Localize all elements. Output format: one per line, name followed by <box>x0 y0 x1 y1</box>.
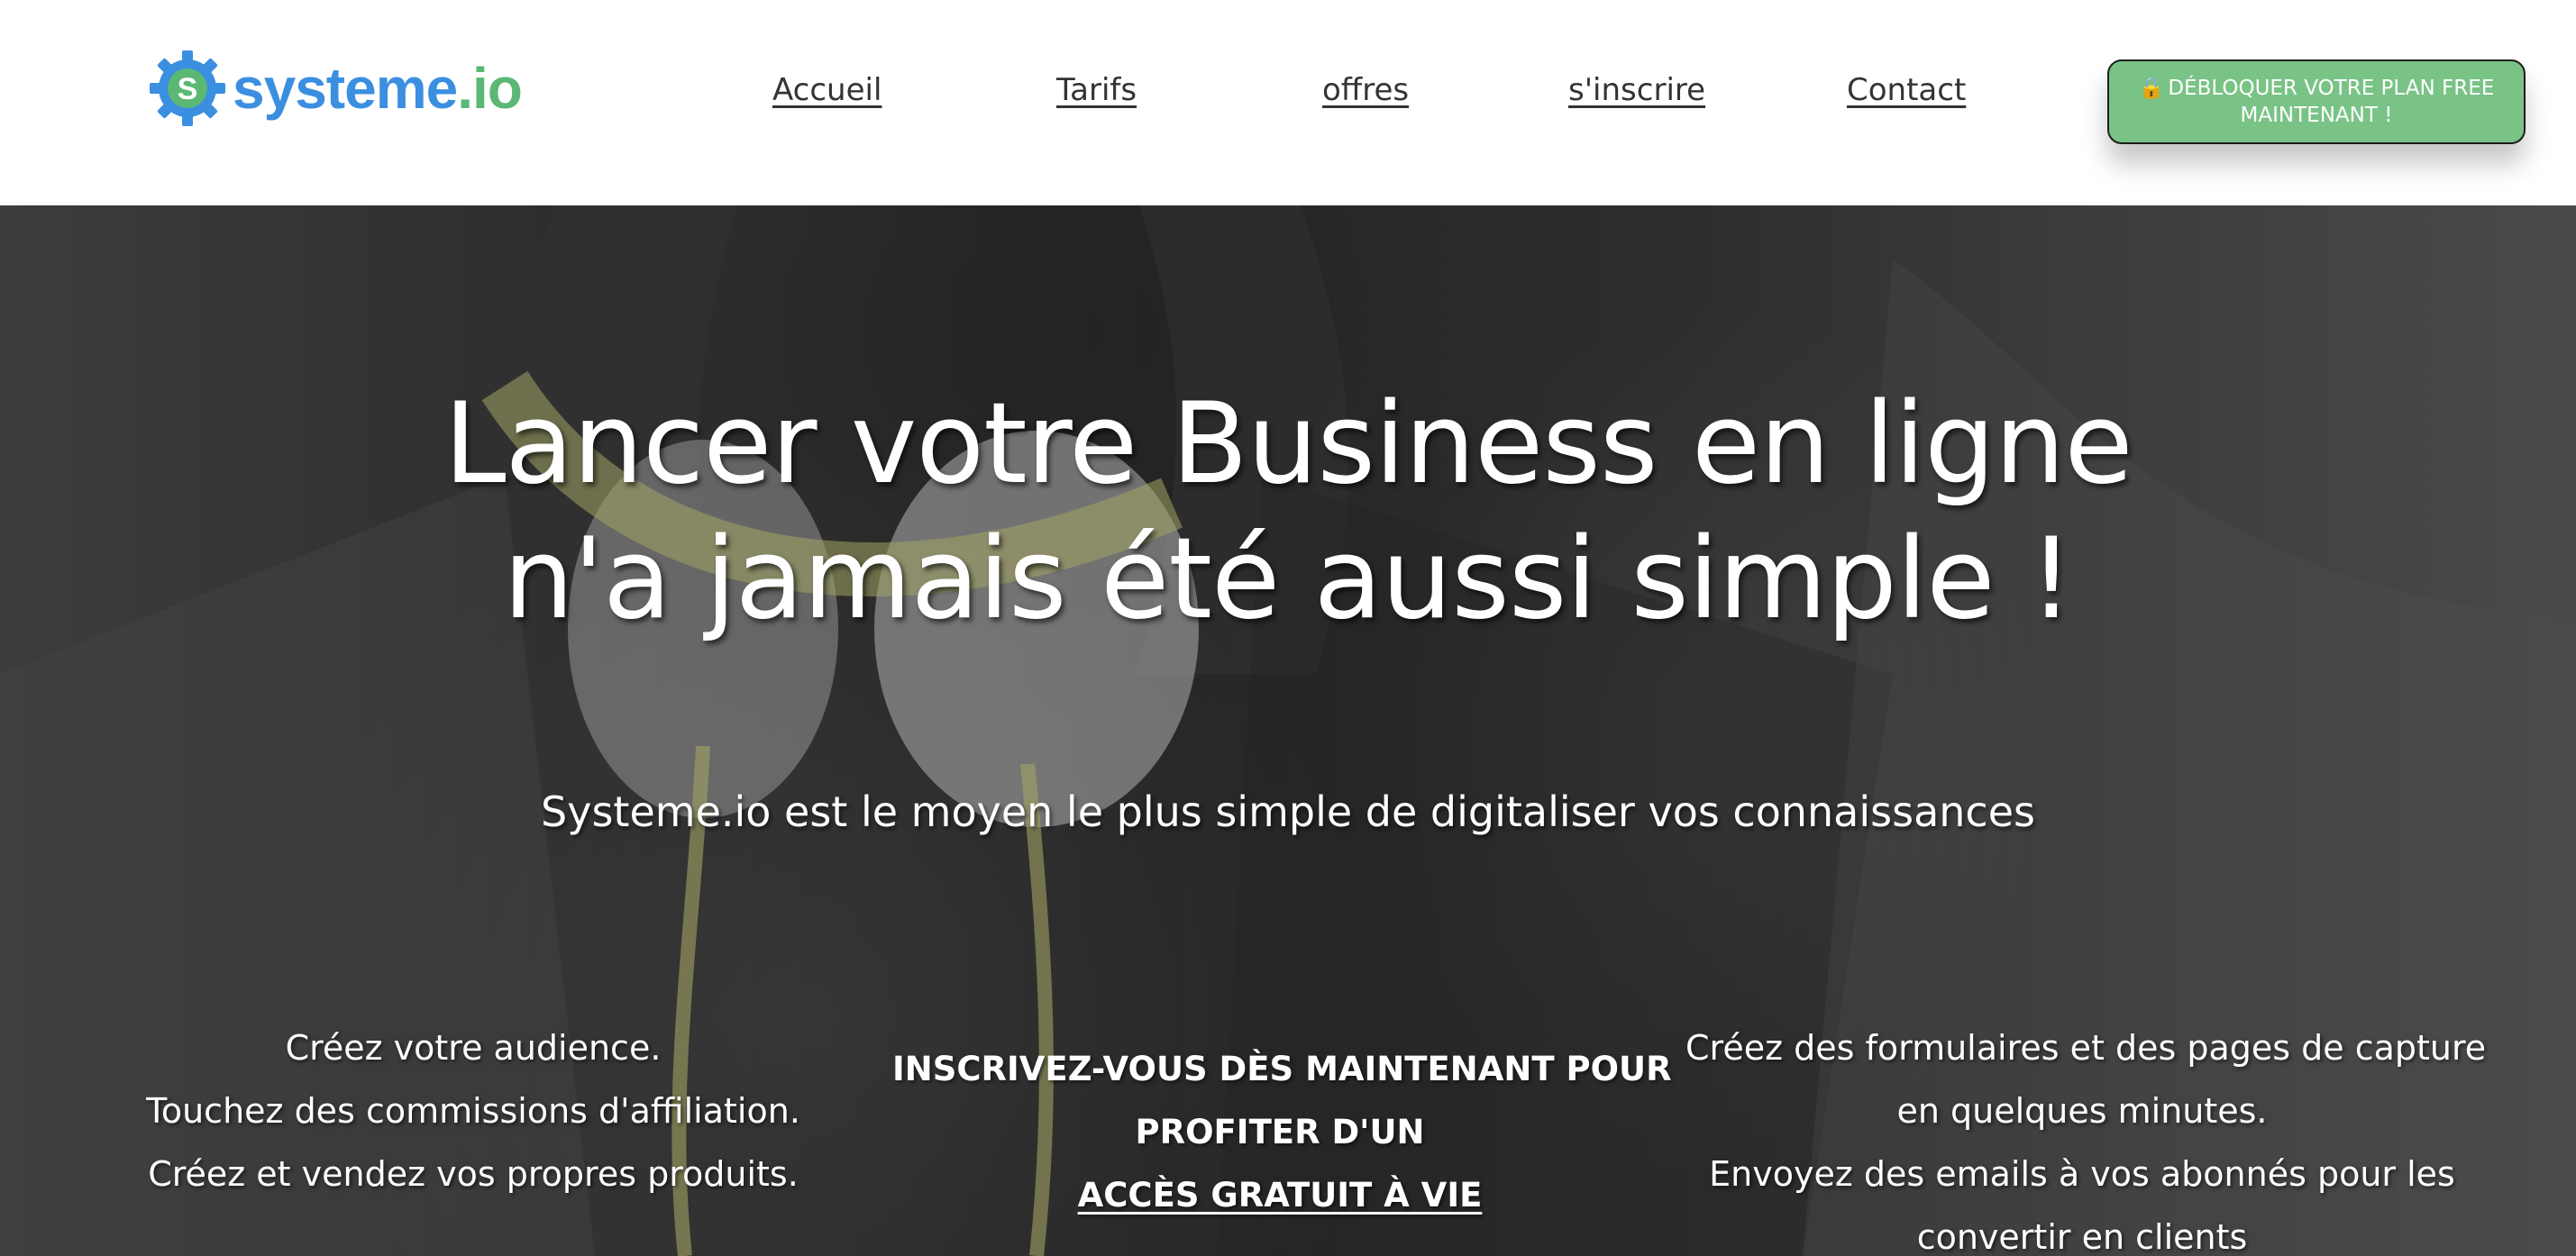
hero-title: Lancer votre Business en ligne n'a jamai… <box>0 377 2576 647</box>
logo-letter: S <box>178 72 198 106</box>
logo[interactable]: S systeme.io <box>148 47 523 130</box>
feature-right-line: Créez des formulaires et des pages de ca… <box>1685 1028 2487 1068</box>
nav-link-contact[interactable]: Contact <box>1847 72 1966 108</box>
nav-link-sinscrire[interactable]: s'inscrire <box>1568 72 1705 108</box>
lock-icon: 🔒 <box>2138 77 2165 100</box>
feature-right-line: en quelques minutes. <box>1896 1091 2268 1131</box>
feature-left-line: Créez et vendez vos propres produits. <box>148 1154 799 1194</box>
hero-subtitle: Systeme.io est le moyen le plus simple d… <box>541 787 2035 836</box>
feature-left-line: Créez votre audience. <box>285 1028 662 1068</box>
features-right: Créez des formulaires et des pages de ca… <box>1685 1016 2487 1256</box>
gear-logo-icon: S <box>150 50 225 126</box>
cta-label-line1: DÉBLOQUER VOTRE PLAN FREE <box>2168 77 2495 100</box>
feature-left-line: Touchez des commissions d'affiliation. <box>146 1091 800 1131</box>
feature-right-line: Envoyez des emails à vos abonnés pour le… <box>1709 1154 2455 1194</box>
signup-callout-line1: INSCRIVEZ-VOUS DÈS MAINTENANT POUR <box>892 1050 1672 1088</box>
site-header: S systeme.io Accueil Tarifs offres s'ins… <box>0 0 2576 205</box>
unlock-free-plan-button[interactable]: 🔒 DÉBLOQUER VOTRE PLAN FREE MAINTENANT ! <box>2107 59 2526 144</box>
logo-wordmark: systeme.io <box>233 55 523 122</box>
hero-title-line1: Lancer votre Business en ligne <box>443 379 2133 509</box>
signup-callout: INSCRIVEZ-VOUS DÈS MAINTENANT POUR PROFI… <box>892 1038 1672 1227</box>
cta-label-line2: MAINTENANT ! <box>2240 104 2393 127</box>
hero-section: Lancer votre Business en ligne n'a jamai… <box>0 205 2576 1256</box>
free-access-link[interactable]: ACCÈS GRATUIT À VIE <box>892 1164 1667 1227</box>
nav-link-offres[interactable]: offres <box>1322 72 1409 108</box>
signup-callout-line2: PROFITER D'UN <box>1135 1113 1425 1151</box>
nav-link-accueil[interactable]: Accueil <box>772 72 882 108</box>
hero-title-line2: n'a jamais été aussi simple ! <box>503 514 2073 644</box>
logo-text-secondary: .io <box>457 56 523 121</box>
logo-text-primary: systeme <box>233 56 458 121</box>
feature-right-line: convertir en clients <box>1916 1217 2248 1256</box>
features-left: Créez votre audience. Touchez des commis… <box>126 1016 820 1206</box>
nav-link-tarifs[interactable]: Tarifs <box>1056 72 1137 108</box>
cta-label: 🔒 DÉBLOQUER VOTRE PLAN FREE MAINTENANT ! <box>2139 75 2495 129</box>
